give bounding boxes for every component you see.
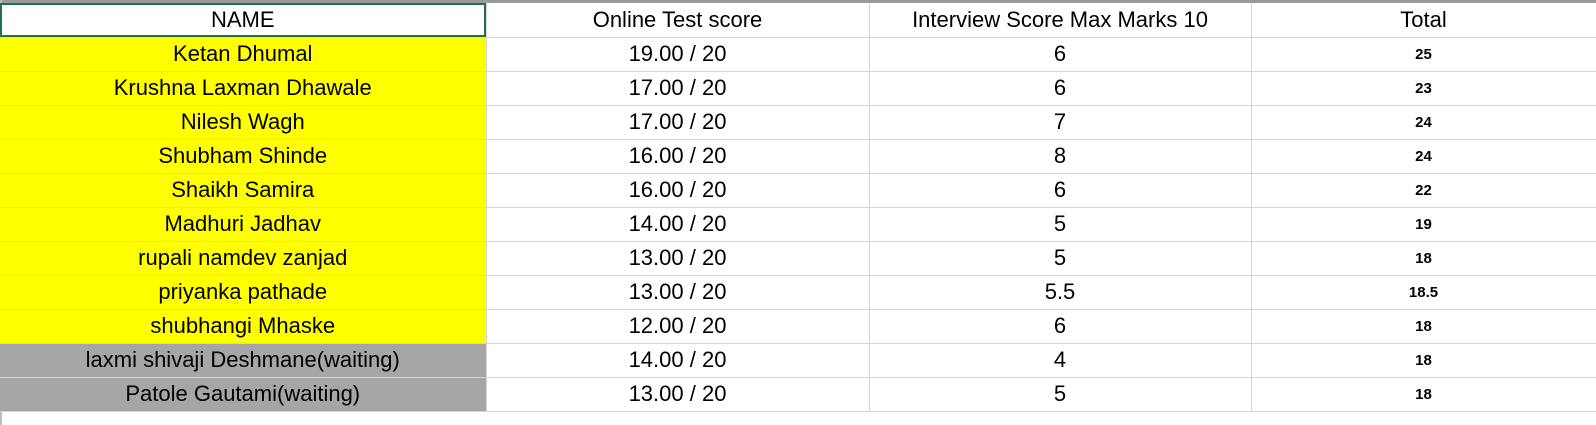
cell-name[interactable]: Shubham Shinde xyxy=(0,139,487,174)
cell-name[interactable]: Patole Gautami(waiting) xyxy=(0,377,487,412)
cell-total[interactable]: 24 xyxy=(1251,105,1596,140)
cell-name[interactable]: Krushna Laxman Dhawale xyxy=(0,71,487,106)
cell-online-test-score[interactable]: 14.00 / 20 xyxy=(486,343,870,378)
cell-interview-score[interactable]: 8 xyxy=(869,139,1252,174)
cell-total[interactable]: 18 xyxy=(1251,377,1596,412)
cell-online-test-score[interactable]: 16.00 / 20 xyxy=(486,139,870,174)
cell-interview-score[interactable]: 5 xyxy=(869,377,1252,412)
table-row: priyanka pathade 13.00 / 20 5.5 18.5 xyxy=(0,275,1596,310)
cell-total[interactable]: 22 xyxy=(1251,173,1596,208)
cell-total[interactable]: 25 xyxy=(1251,37,1596,72)
cell-total[interactable]: 18 xyxy=(1251,309,1596,344)
cell-interview-score[interactable]: 5 xyxy=(869,207,1252,242)
cell-name[interactable]: Madhuri Jadhav xyxy=(0,207,487,242)
table-row: Patole Gautami(waiting) 13.00 / 20 5 18 xyxy=(0,377,1596,412)
cell-online-test-score[interactable]: 13.00 / 20 xyxy=(486,377,870,412)
cell-name[interactable]: shubhangi Mhaske xyxy=(0,309,487,344)
cell-online-test-score[interactable]: 19.00 / 20 xyxy=(486,37,870,72)
table-row: Shaikh Samira 16.00 / 20 6 22 xyxy=(0,173,1596,208)
cell-name[interactable]: laxmi shivaji Deshmane(waiting) xyxy=(0,343,487,378)
score-table: NAME Online Test score Interview Score M… xyxy=(0,3,1596,412)
cell-interview-score[interactable]: 5 xyxy=(869,241,1252,276)
cell-total[interactable]: 23 xyxy=(1251,71,1596,106)
cell-online-test-score[interactable]: 16.00 / 20 xyxy=(486,173,870,208)
table-row: Krushna Laxman Dhawale 17.00 / 20 6 23 xyxy=(0,71,1596,106)
cell-online-test-score[interactable]: 12.00 / 20 xyxy=(486,309,870,344)
table-row: rupali namdev zanjad 13.00 / 20 5 18 xyxy=(0,241,1596,276)
cell-interview-score[interactable]: 4 xyxy=(869,343,1252,378)
table-row: Shubham Shinde 16.00 / 20 8 24 xyxy=(0,139,1596,174)
cell-interview-score[interactable]: 6 xyxy=(869,71,1252,106)
header-row: NAME Online Test score Interview Score M… xyxy=(0,3,1596,38)
cell-online-test-score[interactable]: 17.00 / 20 xyxy=(486,105,870,140)
cell-interview-score[interactable]: 6 xyxy=(869,309,1252,344)
cell-name[interactable]: rupali namdev zanjad xyxy=(0,241,487,276)
cell-interview-score[interactable]: 5.5 xyxy=(869,275,1252,310)
cell-total[interactable]: 19 xyxy=(1251,207,1596,242)
header-cell-total[interactable]: Total xyxy=(1251,3,1596,38)
cell-name[interactable]: Ketan Dhumal xyxy=(0,37,487,72)
header-cell-name[interactable]: NAME xyxy=(0,3,487,38)
header-cell-interview-score[interactable]: Interview Score Max Marks 10 xyxy=(869,3,1252,38)
cell-interview-score[interactable]: 7 xyxy=(869,105,1252,140)
spreadsheet: NAME Online Test score Interview Score M… xyxy=(0,0,1596,425)
cell-online-test-score[interactable]: 13.00 / 20 xyxy=(486,275,870,310)
cell-name[interactable]: Nilesh Wagh xyxy=(0,105,487,140)
table-row: shubhangi Mhaske 12.00 / 20 6 18 xyxy=(0,309,1596,344)
cell-name[interactable]: Shaikh Samira xyxy=(0,173,487,208)
cell-name[interactable]: priyanka pathade xyxy=(0,275,487,310)
table-row: laxmi shivaji Deshmane(waiting) 14.00 / 2… xyxy=(0,343,1596,378)
cell-interview-score[interactable]: 6 xyxy=(869,37,1252,72)
score-table-body: NAME Online Test score Interview Score M… xyxy=(0,3,1596,412)
cell-total[interactable]: 24 xyxy=(1251,139,1596,174)
cell-online-test-score[interactable]: 13.00 / 20 xyxy=(486,241,870,276)
cell-online-test-score[interactable]: 17.00 / 20 xyxy=(486,71,870,106)
table-row: Nilesh Wagh 17.00 / 20 7 24 xyxy=(0,105,1596,140)
cell-total[interactable]: 18.5 xyxy=(1251,275,1596,310)
cell-total[interactable]: 18 xyxy=(1251,343,1596,378)
cell-interview-score[interactable]: 6 xyxy=(869,173,1252,208)
cell-total[interactable]: 18 xyxy=(1251,241,1596,276)
header-cell-online-test-score[interactable]: Online Test score xyxy=(486,3,870,38)
table-row: Ketan Dhumal 19.00 / 20 6 25 xyxy=(0,37,1596,72)
cell-online-test-score[interactable]: 14.00 / 20 xyxy=(486,207,870,242)
table-row: Madhuri Jadhav 14.00 / 20 5 19 xyxy=(0,207,1596,242)
